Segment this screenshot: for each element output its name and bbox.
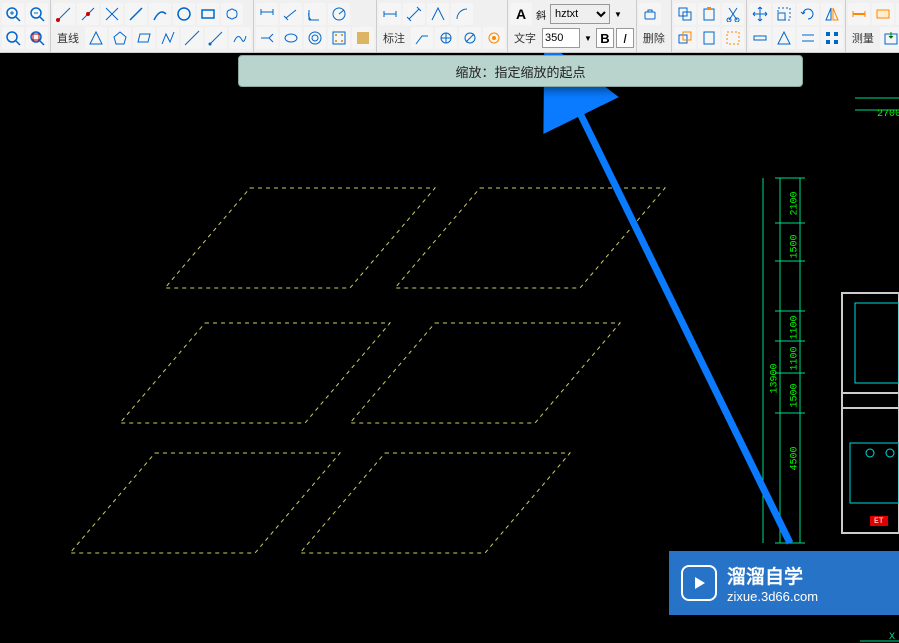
select-icon[interactable] (722, 27, 744, 49)
delete-group: 删除 (637, 0, 672, 52)
dim-angle-icon[interactable] (304, 3, 326, 25)
measure-dist-icon[interactable] (848, 3, 870, 25)
annotate-group (254, 0, 377, 52)
pentagon-icon[interactable] (109, 27, 131, 49)
snap-midpoint-icon[interactable] (77, 3, 99, 25)
zoom-window-icon[interactable] (2, 27, 24, 49)
dim-style-group: 标注 (377, 0, 508, 52)
dim-linear-icon[interactable] (256, 3, 278, 25)
size-dropdown-icon[interactable]: ▼ (582, 34, 594, 43)
hatch-dots-icon[interactable] (328, 27, 350, 49)
clipboard-icon[interactable] (698, 27, 720, 49)
offset-icon[interactable] (797, 27, 819, 49)
target-icon[interactable] (304, 27, 326, 49)
mirror-icon[interactable] (821, 3, 843, 25)
annotate-label: 标注 (379, 30, 409, 46)
import-icon[interactable] (880, 27, 899, 49)
circle-icon[interactable] (173, 3, 195, 25)
svg-text:A: A (516, 6, 526, 22)
snap-endpoint-icon[interactable] (53, 3, 75, 25)
parallelogram-icon[interactable] (133, 27, 155, 49)
watermark-url: zixue.3d66.com (727, 589, 818, 604)
cut-icon[interactable] (722, 3, 744, 25)
tooltip-text: 缩放：指定缩放的起点 (455, 62, 585, 81)
revcloud-icon[interactable] (221, 3, 243, 25)
font-select[interactable]: hztxt (550, 4, 610, 24)
dim-settings-icon[interactable] (483, 27, 505, 49)
play-icon (681, 565, 717, 601)
line-tools-group: 直线 (51, 0, 254, 52)
dim-label: 4500 (790, 446, 801, 470)
toolbar: 直线 (0, 0, 899, 53)
dim-rotated-icon[interactable] (256, 27, 278, 49)
zoom-group (0, 0, 51, 52)
erase-icon[interactable] (639, 3, 661, 25)
et-label: ET (874, 517, 884, 526)
arc-icon[interactable] (149, 3, 171, 25)
dim-label: 1100 (790, 346, 801, 370)
rotate-icon[interactable] (797, 3, 819, 25)
ray-icon[interactable] (205, 27, 227, 49)
dim-aligned-icon[interactable] (280, 3, 302, 25)
duplicate-icon[interactable] (674, 27, 696, 49)
leader-icon[interactable] (411, 27, 433, 49)
dim-continue-icon[interactable] (403, 3, 425, 25)
italic-button[interactable]: I (616, 28, 634, 48)
line-group-label: 直线 (53, 30, 83, 46)
command-tooltip: 缩放：指定缩放的起点 (238, 55, 803, 87)
modify-group (672, 0, 747, 52)
dim-label: 1500 (790, 383, 801, 407)
bold-button[interactable]: B (596, 28, 614, 48)
measure-group: 测量 (846, 0, 899, 52)
transform-group (747, 0, 846, 52)
dim-horizontal-icon[interactable] (379, 3, 401, 25)
polyline-icon[interactable] (157, 27, 179, 49)
snap-intersection-icon[interactable] (101, 3, 123, 25)
measure-label: 测量 (848, 30, 878, 46)
text-icon[interactable]: A (510, 3, 532, 25)
hatch-pattern-icon[interactable] (352, 27, 374, 49)
trim-icon[interactable] (749, 27, 771, 49)
measure-area-icon[interactable] (872, 3, 894, 25)
copy-icon[interactable] (674, 3, 696, 25)
extend-icon[interactable] (773, 27, 795, 49)
watermark-title: 溜溜自学 (727, 562, 818, 589)
xline-icon[interactable] (181, 27, 203, 49)
dim-arc-icon[interactable] (451, 3, 473, 25)
rectangle-icon[interactable] (197, 3, 219, 25)
x-mark: X (889, 632, 895, 643)
ordinate-icon[interactable] (435, 27, 457, 49)
dim-label: 2100 (790, 191, 801, 215)
dim-diameter-icon[interactable] (459, 27, 481, 49)
move-icon[interactable] (749, 3, 771, 25)
text-label: 文字 (510, 30, 540, 46)
triangle-icon[interactable] (85, 27, 107, 49)
font-size-input[interactable] (542, 28, 580, 48)
text-group: A 斜 hztxt ▼ 文字 ▼ B I (508, 0, 637, 52)
zoom-extents-icon[interactable] (26, 27, 48, 49)
dim-label: 1100 (790, 315, 801, 339)
dim-label: 13900 (770, 363, 781, 393)
zoom-out-icon[interactable] (26, 3, 48, 25)
dim-angular-icon[interactable] (427, 3, 449, 25)
paste-icon[interactable] (698, 3, 720, 25)
dim-radius-icon[interactable] (328, 3, 350, 25)
dim-label: 1500 (790, 234, 801, 258)
array-icon[interactable] (821, 27, 843, 49)
scale-icon[interactable] (773, 3, 795, 25)
font-prefix-icon: 斜 (534, 7, 548, 22)
font-dropdown-icon[interactable]: ▼ (612, 10, 624, 19)
line-icon[interactable] (125, 3, 147, 25)
spline-icon[interactable] (229, 27, 251, 49)
ellipse-icon[interactable] (280, 27, 302, 49)
delete-label: 删除 (639, 30, 669, 46)
watermark: 溜溜自学 zixue.3d66.com (669, 551, 899, 615)
dim-label: 2700 (877, 109, 899, 120)
zoom-in-icon[interactable] (2, 3, 24, 25)
